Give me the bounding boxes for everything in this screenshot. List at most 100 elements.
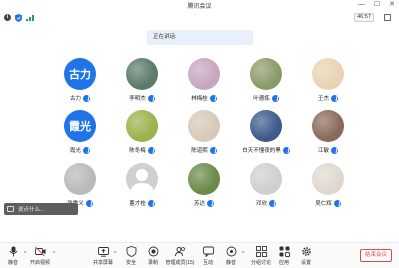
participant-avatar xyxy=(126,58,158,90)
mic-muted-icon xyxy=(269,199,276,207)
info-icon[interactable]: i xyxy=(4,14,11,21)
participant-name: 叶德炼 xyxy=(253,96,270,102)
participant-tile[interactable]: 董才桂 xyxy=(117,163,167,213)
participant-avatar xyxy=(312,110,344,142)
shield-icon[interactable] xyxy=(15,14,22,22)
maximize-icon[interactable]: ☐ xyxy=(374,1,380,9)
participant-name: 王杰 xyxy=(317,96,329,102)
chat-placeholder: 说点什么... xyxy=(18,207,45,213)
participant-tile[interactable]: 霞光 霞光 xyxy=(55,110,105,160)
participant-tile[interactable]: 陈道熙 xyxy=(179,110,229,160)
participant-name: 李明杰 xyxy=(129,96,146,102)
participant-tile[interactable]: 李明杰 xyxy=(117,58,167,108)
participant-name: 林梅桂 xyxy=(191,96,208,102)
participant-tile[interactable]: 邓欣 xyxy=(241,163,291,213)
participant-name-row: 陈道熙 xyxy=(171,146,237,154)
participant-name: 吴仁辉 xyxy=(315,201,332,207)
participant-name-row: 白天不懂夜的黑 xyxy=(233,146,299,154)
participant-name-row: 叶德炼 xyxy=(233,94,299,102)
participant-name-row: 董才桂 xyxy=(109,199,175,207)
participant-avatar xyxy=(312,163,344,195)
mic-muted-icon xyxy=(83,94,90,102)
share-screen-icon xyxy=(97,247,109,257)
participant-avatar xyxy=(126,163,158,195)
participant-avatar xyxy=(250,163,282,195)
participant-tile[interactable]: 古力 古力 xyxy=(55,58,105,108)
settings-label: 设置 xyxy=(300,260,311,266)
breakout-rooms-icon xyxy=(255,246,267,257)
participant-name-row: 李明杰 xyxy=(109,94,175,102)
mic-muted-icon xyxy=(209,146,217,154)
participant-avatar: 古力 xyxy=(64,58,96,90)
title-bar: 腾讯会议 — ☐ ✕ xyxy=(0,0,399,12)
participant-avatar xyxy=(250,58,282,90)
window-title: 腾讯会议 xyxy=(187,4,212,10)
video-options-chevron-icon[interactable]: ^ xyxy=(53,251,55,257)
bottom-toolbar: 静音 ^ 开启视频 ^ 共享屏幕 ^ 安全 录制 管理成员(15) 互动 静音 … xyxy=(0,242,399,268)
signal-icon xyxy=(26,14,34,21)
participant-name: 霞光 xyxy=(69,148,81,154)
participant-tile[interactable]: 江敏 xyxy=(303,110,353,160)
record-icon xyxy=(148,246,158,257)
minimize-icon[interactable]: — xyxy=(358,1,365,9)
mic-muted-icon xyxy=(331,146,338,154)
chat-input[interactable]: 说点什么... xyxy=(4,203,78,215)
gear-icon xyxy=(301,247,311,256)
participant-tile[interactable]: 陈冬梅 xyxy=(117,110,167,160)
video-label: 开启视频 xyxy=(29,260,50,266)
speaking-indicator: 正在讲话: xyxy=(147,30,253,45)
participant-avatar: 霞光 xyxy=(64,110,96,142)
participant-tile[interactable]: 白天不懂夜的黑 xyxy=(241,110,291,160)
participant-tile[interactable]: 林梅桂 xyxy=(179,58,229,108)
participant-name: 陈道熙 xyxy=(191,148,208,154)
participant-name: 苏达 xyxy=(193,201,205,207)
participant-tile[interactable]: 叶德炼 xyxy=(241,58,291,108)
participant-avatar xyxy=(188,110,220,142)
participant-name-row: 霞光 xyxy=(47,146,113,154)
chat-icon xyxy=(7,206,14,212)
mic-muted-icon xyxy=(209,94,217,102)
participant-name-row: 苏达 xyxy=(171,199,237,207)
members-icon xyxy=(174,247,185,257)
participant-avatar xyxy=(188,163,220,195)
participant-avatar xyxy=(64,163,96,195)
participant-name: 白天不懂夜的黑 xyxy=(242,148,281,154)
participant-avatar xyxy=(188,58,220,90)
default-user-icon xyxy=(130,169,154,195)
mic-muted-icon xyxy=(85,199,93,207)
mic-muted-icon xyxy=(271,94,279,102)
participant-name-row: 邓欣 xyxy=(233,199,299,207)
mic-muted-icon xyxy=(147,199,155,207)
microphone-icon xyxy=(9,246,17,257)
headset-icon xyxy=(226,246,236,257)
end-meeting-button[interactable]: 结束会议 xyxy=(360,249,392,262)
participant-name: 江敏 xyxy=(317,148,329,154)
settings-button[interactable]: 设置 xyxy=(288,246,324,266)
participant-avatar xyxy=(312,58,344,90)
meeting-timer: 46:57 xyxy=(354,13,374,22)
participant-name: 董才桂 xyxy=(129,201,146,207)
participant-name: 陈冬梅 xyxy=(129,148,146,154)
participant-avatar xyxy=(250,110,282,142)
participant-name-row: 江敏 xyxy=(295,146,361,154)
participant-name: 邓欣 xyxy=(255,201,267,207)
mic-muted-icon xyxy=(331,94,338,102)
participant-name-row: 林梅桂 xyxy=(171,94,237,102)
fullscreen-icon[interactable] xyxy=(384,14,391,21)
meeting-info-row: i 46:57 xyxy=(0,12,399,24)
participant-name-row: 陈冬梅 xyxy=(109,146,175,154)
mic-muted-icon xyxy=(83,146,90,154)
mic-muted-icon xyxy=(147,94,155,102)
mic-muted-icon xyxy=(207,199,214,207)
video-camera-off-icon xyxy=(34,246,45,257)
mic-muted-icon xyxy=(333,199,341,207)
participant-tile[interactable]: 吴仁辉 xyxy=(303,163,353,213)
close-icon[interactable]: ✕ xyxy=(389,1,395,9)
participant-name: 古力 xyxy=(69,96,81,102)
participant-avatar xyxy=(126,110,158,142)
participant-name-row: 古力 xyxy=(47,94,113,102)
participant-tile[interactable]: 苏达 xyxy=(179,163,229,213)
mic-muted-icon xyxy=(147,146,155,154)
participant-tile[interactable]: 王杰 xyxy=(303,58,353,108)
participant-name-row: 吴仁辉 xyxy=(295,199,361,207)
